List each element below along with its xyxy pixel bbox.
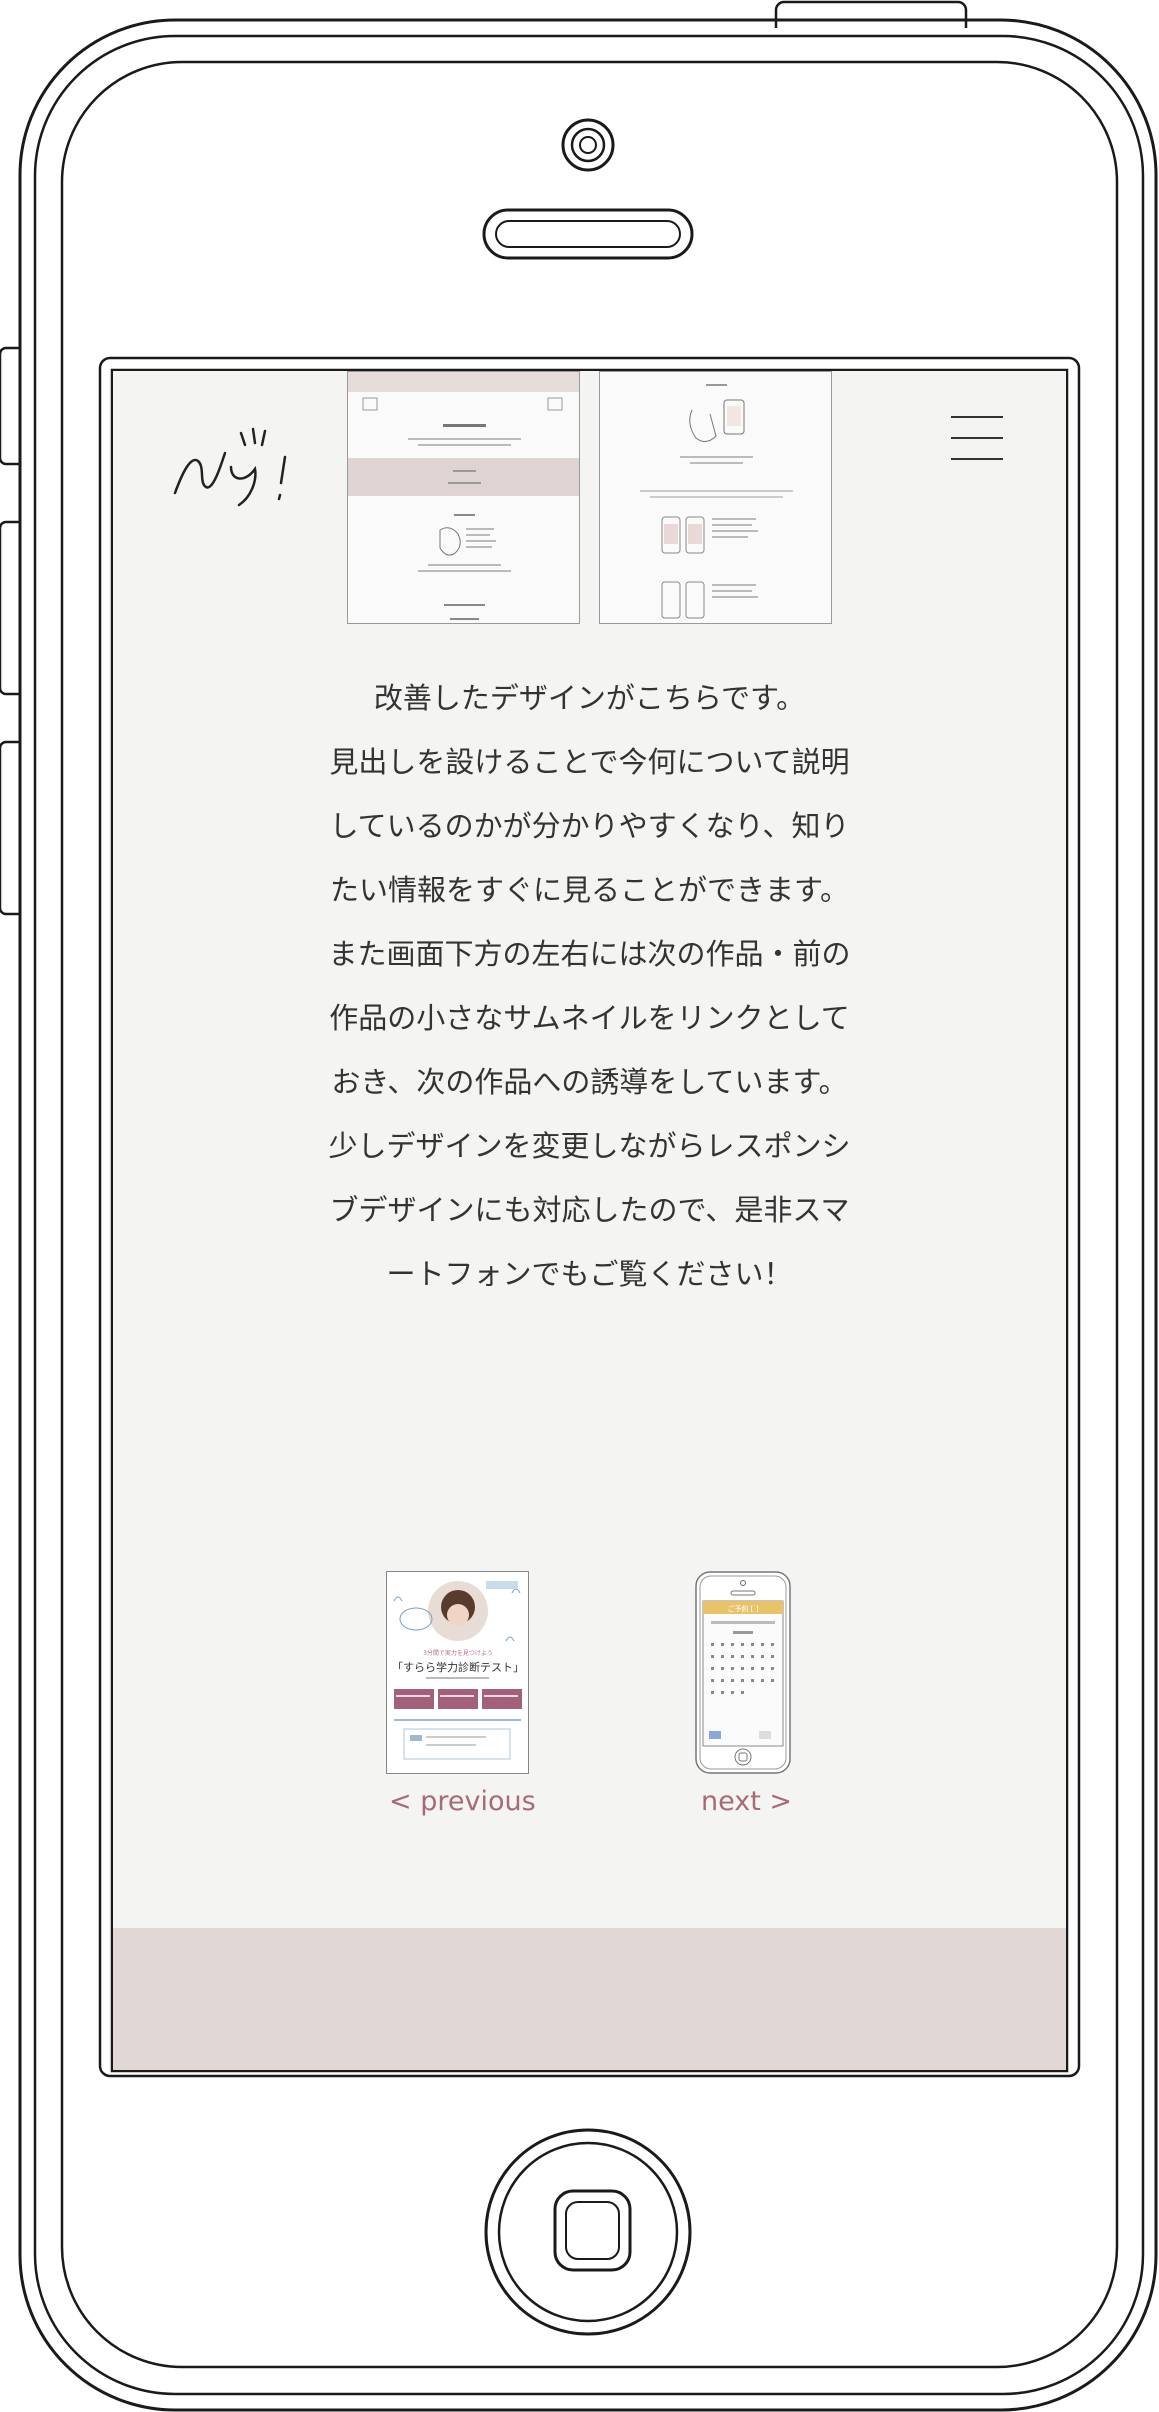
description-line: たい情報をすぐに見ることができます。 xyxy=(329,873,850,907)
smartphone-usage-thumbnail xyxy=(599,371,832,624)
phone-screen: 改善したデザインがこちらです。 見出しを設けることで今何について説明 しているの… xyxy=(113,371,1066,2070)
prev-thumb-subtitle: 3分間で実力を見つけよう xyxy=(423,1649,493,1657)
next-thumb-header: ご予約 [ ] xyxy=(728,1604,759,1613)
description-line: おき、次の作品への誘導をしています。 xyxy=(331,1065,848,1099)
front-camera xyxy=(561,118,615,172)
site-logo[interactable] xyxy=(173,401,323,511)
page-footer xyxy=(113,1928,1066,2070)
prev-thumb-title: 「すらら学力診断テスト」 xyxy=(392,1660,524,1674)
next-link[interactable]: next > xyxy=(701,1786,792,1817)
previous-link[interactable]: < previous xyxy=(389,1786,536,1817)
page-screenshot-image xyxy=(348,372,579,620)
hamburger-icon-line xyxy=(951,437,1003,439)
earpiece-speaker xyxy=(482,208,694,260)
description-line: しているのかが分かりやすくなり、知り xyxy=(329,809,850,843)
smartphone-illustration-image xyxy=(640,384,793,619)
power-button xyxy=(774,0,968,28)
mute-switch xyxy=(0,346,20,466)
description-line: 少しデザインを変更しながらレスポンシ xyxy=(328,1129,851,1163)
before-page-thumbnail xyxy=(347,371,580,624)
design-description: 改善したデザインがこちらです。 見出しを設けることで今何について説明 しているの… xyxy=(293,666,886,1306)
description-line: 見出しを設けることで今何について説明 xyxy=(329,745,850,779)
hamburger-icon-line xyxy=(951,458,1003,460)
next-work-thumbnail[interactable]: ご予約 [ ] xyxy=(695,1571,791,1774)
description-line: ートフォンでもご覧ください！ xyxy=(386,1257,793,1291)
home-button xyxy=(484,2128,692,2336)
hamburger-icon xyxy=(951,416,1003,418)
description-line: また画面下方の左右には次の作品・前の xyxy=(328,937,851,971)
previous-work-image: 3分間で実力を見つけよう 「すらら学力診断テスト」 xyxy=(386,1571,529,1774)
description-line: ブデザインにも対応したので、是非スマ xyxy=(329,1193,850,1227)
volume-down-button xyxy=(0,740,20,916)
volume-up-button xyxy=(0,520,20,696)
description-line: 作品の小さなサムネイルをリンクとして xyxy=(329,1001,850,1035)
next-work-image: ご予約 [ ] xyxy=(695,1571,791,1774)
description-line: 改善したデザインがこちらです。 xyxy=(373,681,806,715)
previous-work-thumbnail[interactable]: 3分間で実力を見つけよう 「すらら学力診断テスト」 xyxy=(386,1571,529,1774)
hamburger-menu-button[interactable] xyxy=(951,416,1003,460)
